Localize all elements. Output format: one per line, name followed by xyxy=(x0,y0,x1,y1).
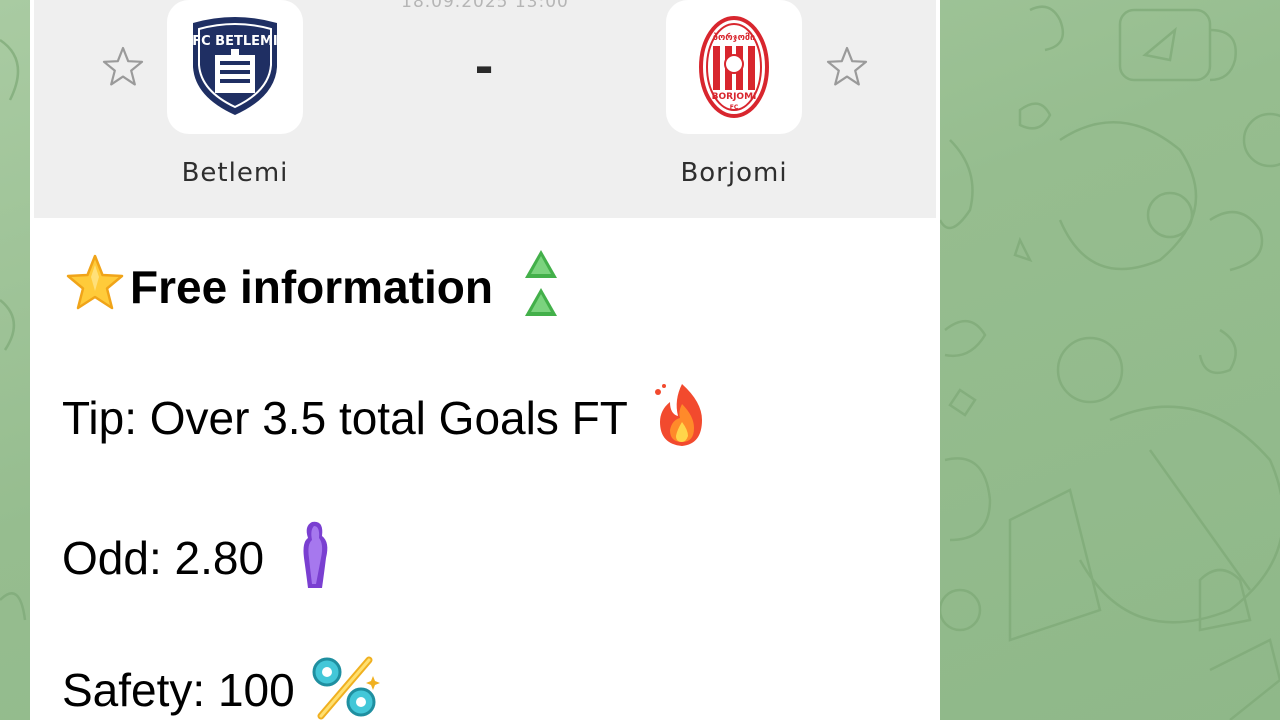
home-team-logo[interactable]: FC BETLEMI xyxy=(167,0,303,134)
home-favorite-star-icon[interactable] xyxy=(100,44,146,90)
tip-text: Tip: Over 3.5 total Goals FT xyxy=(62,391,628,444)
purple-figure-emoji-icon xyxy=(294,518,334,597)
match-card[interactable]: 18.09.2025 13:00 FC BETLEMI Betlemi - ბო… xyxy=(34,0,936,218)
chat-message-bubble: 18.09.2025 13:00 FC BETLEMI Betlemi - ბო… xyxy=(30,0,940,720)
svg-text:FC: FC xyxy=(730,104,739,111)
svg-text:FC BETLEMI: FC BETLEMI xyxy=(192,34,278,49)
odd-text: Odd: 2.80 xyxy=(62,531,265,584)
match-datetime: 18.09.2025 13:00 xyxy=(401,0,569,12)
heading-text: Free information xyxy=(130,260,493,313)
svg-text:BORJOMI: BORJOMI xyxy=(712,92,757,102)
heading-line: Free information xyxy=(62,248,563,325)
percent-emoji-icon xyxy=(309,654,381,720)
score-separator: - xyxy=(474,40,494,94)
fire-emoji-icon xyxy=(650,382,714,453)
away-favorite-star-icon[interactable] xyxy=(824,44,870,90)
svg-text:ბორჯომი: ბორჯომი xyxy=(713,32,755,43)
away-team-name[interactable]: Borjomi xyxy=(634,158,834,188)
safety-text: Safety: 100 xyxy=(62,663,295,716)
safety-line: Safety: 100 xyxy=(62,654,381,720)
odd-line: Odd: 2.80 xyxy=(62,518,334,597)
borjomi-crest-icon: ბორჯომი BORJOMI FC xyxy=(699,16,769,118)
tip-line: Tip: Over 3.5 total Goals FT xyxy=(62,382,714,453)
betlemi-crest-icon: FC BETLEMI xyxy=(192,17,278,115)
double-up-arrows-emoji-icon xyxy=(519,248,563,325)
star-emoji-icon xyxy=(62,251,128,322)
away-team-logo[interactable]: ბორჯომი BORJOMI FC xyxy=(666,0,802,134)
home-team-name[interactable]: Betlemi xyxy=(135,158,335,188)
